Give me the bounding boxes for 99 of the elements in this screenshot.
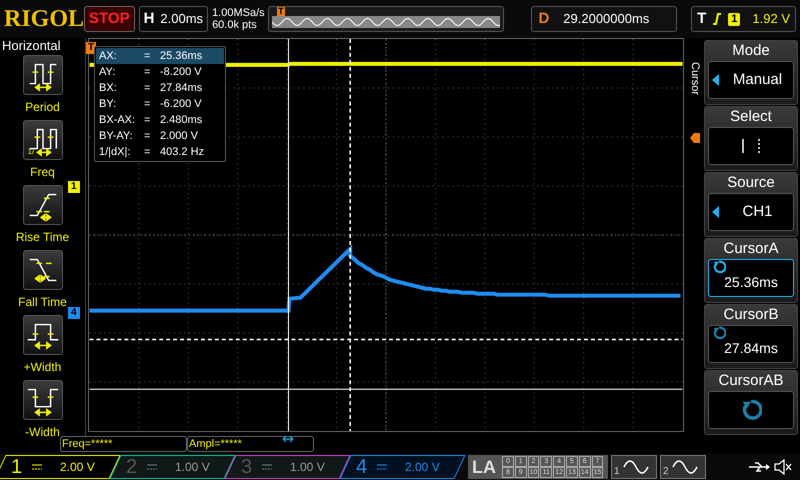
channel-scale: 2.00 V xyxy=(60,459,95,476)
memory-trigger-marker: T xyxy=(277,7,285,16)
readout-label: 1/|dX|: xyxy=(98,145,132,160)
readout-value: 25.36ms xyxy=(160,48,224,64)
trigger-level: 1.92 V xyxy=(752,10,790,28)
measure-button[interactable] xyxy=(22,185,62,225)
channel-scale: 2.00 V xyxy=(405,459,440,476)
readout-equals: = xyxy=(144,65,152,80)
dc-coupling-icon xyxy=(32,464,42,470)
sample-rate: 1.00MSa/s xyxy=(212,7,264,19)
left-caret-icon xyxy=(712,74,719,86)
generator-tab[interactable]: 2 xyxy=(660,455,706,479)
readout-equals: = xyxy=(144,129,152,144)
softkey-select[interactable]: Manual xyxy=(708,61,794,99)
softkey-select[interactable] xyxy=(708,127,794,165)
measure-label: -Width xyxy=(25,424,60,441)
channel-scale: 1.00 V xyxy=(290,459,325,476)
readout-label: BX-AX: xyxy=(98,113,136,128)
trigger-source: 1 xyxy=(728,12,740,26)
measure-label: Freq xyxy=(30,164,55,181)
generator-tab[interactable]: 1 xyxy=(611,455,657,479)
measure-label: Period xyxy=(25,99,60,116)
cursor-b-line[interactable] xyxy=(349,39,351,431)
channel-scale: 1.00 V xyxy=(175,459,210,476)
sine-wave-icon xyxy=(672,459,698,475)
readout-equals: = xyxy=(144,145,152,160)
measure-button[interactable] xyxy=(22,315,62,355)
trigger-level-marker-icon xyxy=(690,133,700,144)
softkey-label: Mode xyxy=(732,41,770,61)
trigger-marker: T xyxy=(86,42,96,54)
readout-label: AX: xyxy=(96,48,144,64)
channel-marker: 1 xyxy=(68,181,80,193)
channel-tab[interactable]: 1 2.00 V xyxy=(0,455,121,479)
readout-equals: = xyxy=(144,48,160,64)
softkey-select[interactable]: CH1 xyxy=(708,193,794,231)
readout-value: -8.200 V xyxy=(160,65,203,80)
rotate-knob-icon xyxy=(740,399,762,421)
menu-title: Cursor xyxy=(689,62,701,96)
statistic-field: Ampl=***** xyxy=(187,436,314,452)
channel-tab[interactable]: 3 1.00 V xyxy=(224,455,351,479)
dc-coupling-icon xyxy=(262,464,272,470)
fraction-mark: 1/ xyxy=(28,148,34,156)
softkey-label: CursorAB xyxy=(718,371,784,391)
dc-coupling-icon xyxy=(377,464,388,470)
channel-tab[interactable]: 4 2.00 V xyxy=(339,455,466,479)
statistic-field: Freq=***** xyxy=(60,436,187,452)
cursor-position-icon xyxy=(283,436,293,442)
readout-label: AY: xyxy=(98,65,116,80)
readout-equals: = xyxy=(144,97,152,112)
softkey-label: Source xyxy=(727,173,775,193)
measure-label: Rise Time xyxy=(16,229,70,246)
channel-tab[interactable]: 2 1.00 V xyxy=(109,455,236,479)
measure-button[interactable] xyxy=(22,380,62,420)
timebase-label: H xyxy=(144,8,154,29)
measure-label: +Width xyxy=(24,359,62,376)
speaker-muted-icon xyxy=(774,459,792,475)
softkey-label: CursorA xyxy=(723,239,778,259)
channel-number: 2 xyxy=(126,457,138,477)
softkey-knob[interactable] xyxy=(708,391,794,429)
softkey-knob[interactable]: 25.36ms xyxy=(708,259,794,297)
timebase-value: 2.00ms xyxy=(160,10,204,28)
generator-number: 2 xyxy=(663,466,669,478)
generator-number: 1 xyxy=(614,466,620,478)
softkey-label: CursorB xyxy=(723,305,778,325)
measure-label: Fall Time xyxy=(18,294,67,311)
sine-wave-icon xyxy=(622,459,649,475)
readout-value: -6.200 V xyxy=(160,97,203,112)
softkey-knob[interactable]: 27.84ms xyxy=(708,325,794,363)
softkey-label: Select xyxy=(730,107,772,127)
readout-equals: = xyxy=(144,81,152,96)
rotate-knob-icon xyxy=(712,326,726,340)
readout-value: 27.84ms xyxy=(160,81,204,96)
trigger-label: T xyxy=(697,8,706,29)
logic-analyzer-label: LA xyxy=(472,456,496,478)
memory-waveform-icon xyxy=(272,16,500,28)
usb-icon xyxy=(748,461,770,473)
delay-label: D xyxy=(538,8,550,29)
readout-label: BY: xyxy=(98,97,118,112)
measure-button[interactable] xyxy=(22,55,62,95)
measure-button[interactable] xyxy=(22,250,62,290)
left-caret-icon xyxy=(712,206,719,218)
channel-number: 1 xyxy=(11,457,22,477)
menu-title: Horizontal xyxy=(1,38,61,54)
readout-equals: = xyxy=(144,113,152,128)
readout-value: 403.2 Hz xyxy=(160,145,206,160)
readout-label: BX: xyxy=(98,81,118,96)
rising-edge-icon xyxy=(712,12,722,26)
run-state[interactable]: STOP xyxy=(84,6,135,32)
memory-depth: 60.0k pts xyxy=(212,19,258,31)
readout-label: BY-AY: xyxy=(98,129,134,144)
measure-button[interactable]: 1/ xyxy=(22,120,62,160)
channel-number: 3 xyxy=(241,457,252,477)
delay-value: 29.2000000ms xyxy=(563,10,650,28)
readout-value: 2.480ms xyxy=(160,113,204,128)
dc-coupling-icon xyxy=(147,464,158,470)
readout-value: 2.000 V xyxy=(160,129,199,144)
rotate-knob-icon xyxy=(712,260,726,274)
channel-number: 4 xyxy=(356,457,368,477)
channel-marker: 4 xyxy=(68,307,80,319)
